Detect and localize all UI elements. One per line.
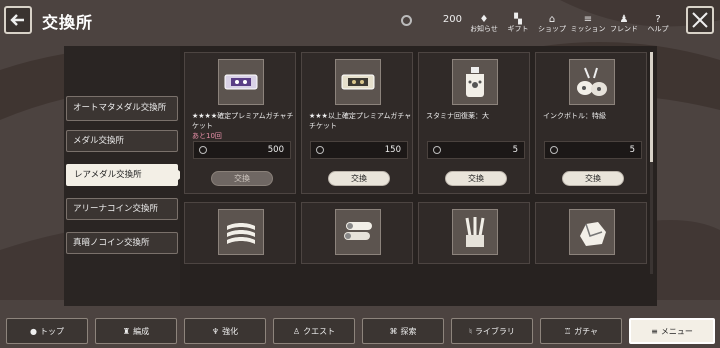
gacha-icon: ♖ — [563, 326, 572, 336]
shop-item-card[interactable] — [418, 202, 530, 264]
top-bar: 交換所 200 ♦ お知らせ ▚ ギフト ⌂ ショップ ≡ ミッション ♟ フレンド ? ヘ… — [0, 0, 720, 42]
currency-value: 200 — [442, 14, 462, 25]
price-box: 500 — [193, 141, 291, 159]
nav-formation[interactable]: ♜ 編成 — [95, 318, 177, 344]
price-box: 150 — [310, 141, 408, 159]
shop-icon: ⌂ — [548, 14, 556, 25]
nav-explore[interactable]: ⌘ 探索 — [362, 318, 444, 344]
wood-logs-icon — [344, 222, 372, 240]
top-icon: ● — [30, 326, 37, 336]
stamina-potion-icon — [466, 67, 484, 97]
nav-quest[interactable]: ♙ クエスト — [273, 318, 355, 344]
friend-icon: ♟ — [619, 14, 629, 25]
notice-icon: ♦ — [479, 14, 489, 25]
page-title: 交換所 — [42, 13, 94, 32]
scrollbar-thumb[interactable] — [650, 52, 653, 162]
menu-icon: ≡ — [651, 326, 658, 336]
exchange-button[interactable]: 交換 — [445, 171, 507, 186]
exchange-button[interactable]: 交換 — [211, 171, 273, 186]
gift-icon: ▚ — [514, 14, 522, 25]
scrollbar[interactable] — [650, 52, 653, 274]
nav-gacha[interactable]: ♖ ガチャ — [540, 318, 622, 344]
bottom-navigation: ● トップ ♜ 編成 ♆ 強化 ♙ クエスト ⌘ 探索 ♮ ライブラリ ♖ ガチャ ≡ メニュー — [0, 316, 720, 348]
shop-item-card[interactable]: スタミナ回復薬：大 5 交換 — [418, 52, 530, 194]
brush-icon — [465, 217, 485, 247]
exchange-button[interactable]: 交換 — [328, 171, 390, 186]
ticket-icon — [341, 74, 375, 90]
price-box: 5 — [544, 141, 642, 159]
medal-coin-icon — [401, 15, 412, 26]
shop-item-card[interactable] — [301, 202, 413, 264]
remaining-limit: あと10回 — [192, 132, 222, 140]
nav-top[interactable]: ● トップ — [6, 318, 88, 344]
shop-item-card[interactable]: ★★★★確定プレミアムガチャチケット あと10回 500 交換 — [184, 52, 296, 194]
notice-button[interactable]: ♦ お知らせ — [466, 14, 502, 34]
mission-button[interactable]: ≡ ミッション — [570, 14, 606, 34]
ore-icon — [580, 222, 606, 246]
back-button[interactable] — [4, 6, 32, 34]
back-arrow-icon — [10, 14, 24, 26]
sidebar-item-rare-medal[interactable]: レアメダル交換所 — [66, 164, 184, 186]
exchange-button[interactable]: 交換 — [562, 171, 624, 186]
medal-coin-icon — [433, 146, 441, 154]
sidebar-item-dark-coin[interactable]: 真暗ノコイン交換所 — [66, 232, 178, 254]
formation-icon: ♜ — [122, 326, 131, 336]
enhance-icon: ♆ — [211, 326, 220, 336]
friend-button[interactable]: ♟ フレンド — [606, 14, 642, 34]
shop-item-card[interactable] — [535, 202, 647, 264]
nav-menu[interactable]: ≡ メニュー — [629, 318, 715, 344]
cloth-icon — [227, 223, 255, 244]
sidebar-item-automata-medal[interactable]: オートマタメダル交換所 — [66, 96, 178, 121]
medal-coin-icon — [199, 146, 207, 154]
shop-item-card[interactable]: インクボトル：特級 5 交換 — [535, 52, 647, 194]
help-button[interactable]: ? ヘルプ — [640, 14, 676, 34]
nav-enhance[interactable]: ♆ 強化 — [184, 318, 266, 344]
exchange-category-list: オートマタメダル交換所 メダル交換所 レアメダル交換所 アリーナコイン交換所 真… — [64, 46, 184, 306]
mission-icon: ≡ — [583, 14, 593, 25]
ticket-icon — [224, 74, 258, 90]
close-button[interactable] — [686, 6, 714, 34]
medal-coin-icon — [316, 146, 324, 154]
quest-icon: ♙ — [292, 326, 301, 336]
sidebar-item-arena-coin[interactable]: アリーナコイン交換所 — [66, 198, 178, 220]
help-icon: ? — [655, 14, 661, 25]
sidebar-item-medal[interactable]: メダル交換所 — [66, 130, 178, 152]
shop-item-card[interactable]: ★★★以上確定プレミアムガチャチケット 150 交換 — [301, 52, 413, 194]
ink-bottle-icon — [577, 67, 607, 96]
medal-currency: 200 — [398, 12, 466, 30]
gift-button[interactable]: ▚ ギフト — [500, 14, 536, 34]
explore-icon: ⌘ — [389, 326, 398, 336]
close-icon — [692, 12, 708, 28]
library-icon: ♮ — [469, 326, 472, 336]
shop-item-card[interactable] — [184, 202, 296, 264]
nav-library[interactable]: ♮ ライブラリ — [451, 318, 533, 344]
price-box: 5 — [427, 141, 525, 159]
medal-coin-icon — [550, 146, 558, 154]
shop-item-grid: ★★★★確定プレミアムガチャチケット あと10回 500 交換 ★★★以上確定プ… — [180, 46, 657, 306]
shop-button[interactable]: ⌂ ショップ — [534, 14, 570, 34]
